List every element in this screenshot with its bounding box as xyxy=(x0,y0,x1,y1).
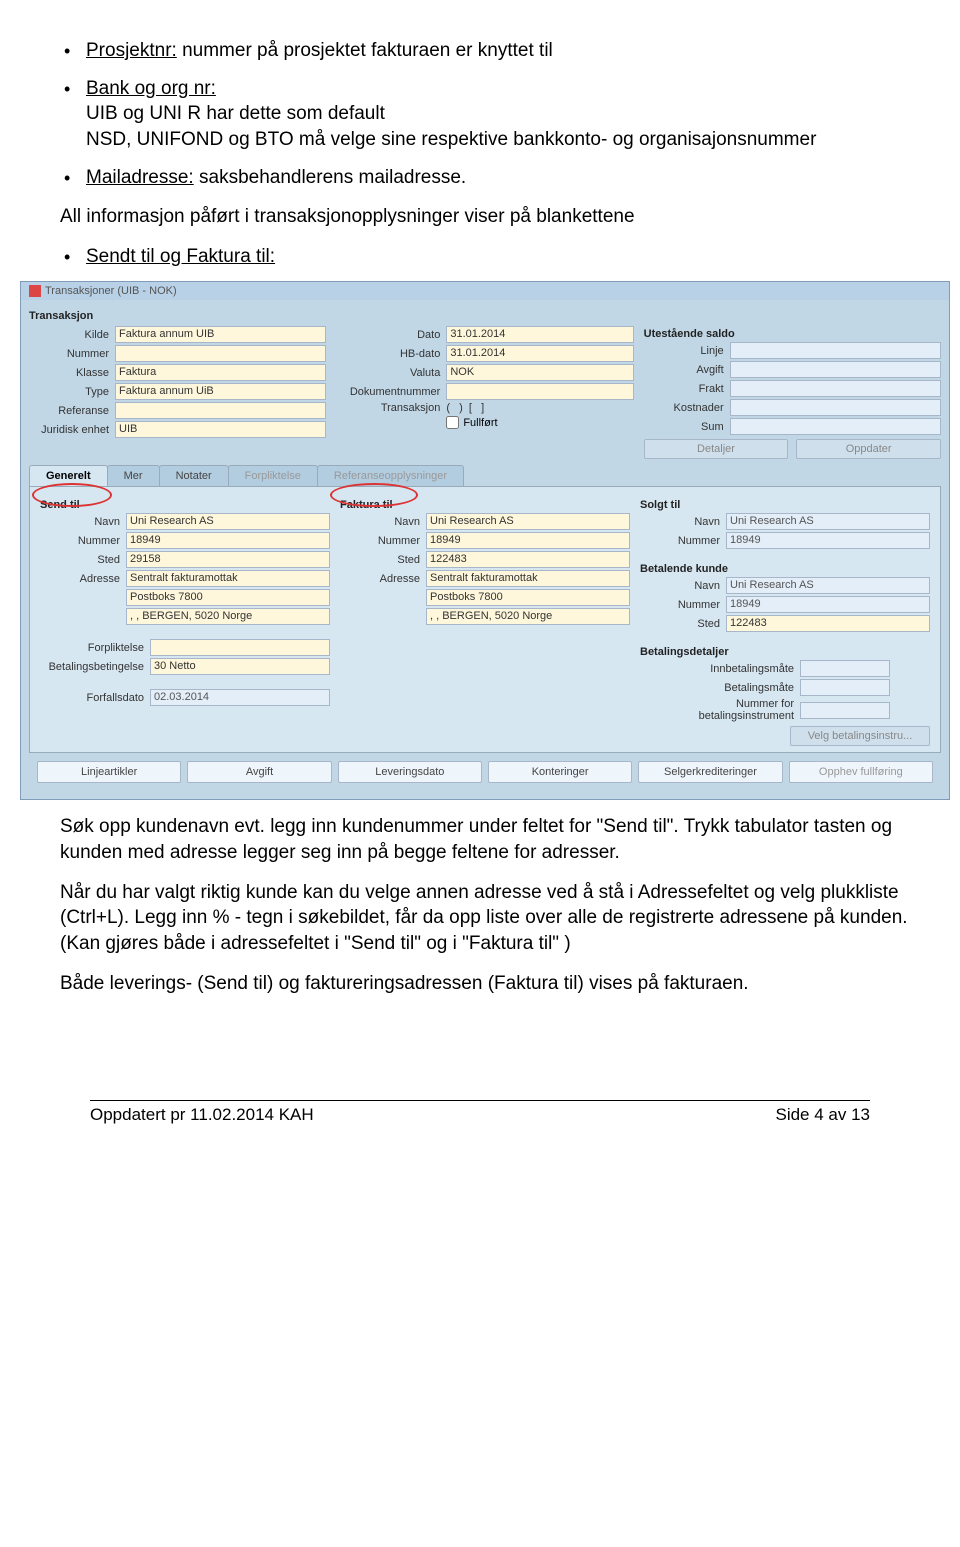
frakt-field xyxy=(730,380,941,397)
betalende-navn: Uni Research AS xyxy=(726,577,930,594)
innbet-field xyxy=(800,660,890,677)
dato-field[interactable]: 31.01.2014 xyxy=(446,326,633,343)
window-title: Transaksjoner (UIB - NOK) xyxy=(21,282,949,300)
fakturatil-nummer[interactable]: 18949 xyxy=(426,532,630,549)
section-saldo: Utestående saldo xyxy=(644,328,941,340)
sendtil-nummer[interactable]: 18949 xyxy=(126,532,330,549)
type-field[interactable]: Faktura annum UiB xyxy=(115,383,326,400)
section-fakturatil: Faktura til xyxy=(340,499,630,511)
btab-leveringsdato[interactable]: Leveringsdato xyxy=(338,761,482,783)
sum-field xyxy=(730,418,941,435)
betbetingelse-field[interactable]: 30 Netto xyxy=(150,658,330,675)
fakturatil-adresse3[interactable]: , , BERGEN, 5020 Norge xyxy=(426,608,630,625)
oppdater-button[interactable]: Oppdater xyxy=(796,439,941,459)
sendtil-adresse2[interactable]: Postboks 7800 xyxy=(126,589,330,606)
bullet-prosjektnr: Prosjektnr: nummer på prosjektet faktura… xyxy=(86,38,912,64)
btab-konteringer[interactable]: Konteringer xyxy=(488,761,632,783)
app-icon xyxy=(29,285,41,297)
bullet-bank-org: Bank og org nr: UIB og UNI R har dette s… xyxy=(86,76,912,153)
bullet-sendttil: Sendt til og Faktura til: xyxy=(86,244,912,270)
fakturatil-adresse2[interactable]: Postboks 7800 xyxy=(426,589,630,606)
doknr-field[interactable] xyxy=(446,383,633,400)
fakturatil-navn[interactable]: Uni Research AS xyxy=(426,513,630,530)
para-sok: Søk opp kundenavn evt. legg inn kundenum… xyxy=(60,814,912,865)
section-betdetaljer: Betalingsdetaljer xyxy=(640,646,930,658)
detaljer-button[interactable]: Detaljer xyxy=(644,439,789,459)
sendtil-navn[interactable]: Uni Research AS xyxy=(126,513,330,530)
solgttil-nummer: 18949 xyxy=(726,532,930,549)
tab-mer[interactable]: Mer xyxy=(107,465,160,486)
fullfort-checkbox[interactable] xyxy=(446,416,459,429)
nummer-field[interactable] xyxy=(115,345,326,362)
section-sendtil: Send til xyxy=(40,499,330,511)
forpliktelse-field[interactable] xyxy=(150,639,330,656)
btab-opphev[interactable]: Opphev fullføring xyxy=(789,761,933,783)
betmate-field xyxy=(800,679,890,696)
fakturatil-adresse1[interactable]: Sentralt fakturamottak xyxy=(426,570,630,587)
section-solgttil: Solgt til xyxy=(640,499,930,511)
para-bade: Både leverings- (Send til) og fakturerin… xyxy=(60,971,912,997)
tab-refopp[interactable]: Referanseopplysninger xyxy=(317,465,464,486)
sendtil-adresse3[interactable]: , , BERGEN, 5020 Norge xyxy=(126,608,330,625)
linje-field xyxy=(730,342,941,359)
tab-forpliktelse[interactable]: Forpliktelse xyxy=(228,465,318,486)
sendtil-adresse1[interactable]: Sentralt fakturamottak xyxy=(126,570,330,587)
referanse-field[interactable] xyxy=(115,402,326,419)
tab-generelt[interactable]: Generelt xyxy=(29,465,108,486)
para-valgt: Når du har valgt riktig kunde kan du vel… xyxy=(60,880,912,957)
klasse-select[interactable]: Faktura xyxy=(115,364,326,381)
btab-selgerkred[interactable]: Selgerkrediteringer xyxy=(638,761,782,783)
nrbet-field xyxy=(800,702,890,719)
velg-betalingsinstru-button[interactable]: Velg betalingsinstru... xyxy=(790,726,930,746)
page-footer: Oppdatert pr 11.02.2014 KAH Side 4 av 13 xyxy=(90,1100,870,1125)
hbdato-field[interactable]: 31.01.2014 xyxy=(446,345,633,362)
betalende-sted[interactable]: 122483 xyxy=(726,615,930,632)
solgttil-navn: Uni Research AS xyxy=(726,513,930,530)
kostnader-field xyxy=(730,399,941,416)
bullet-mailadresse: Mailadresse: saksbehandlerens mailadress… xyxy=(86,165,912,191)
sendtil-sted[interactable]: 29158 xyxy=(126,551,330,568)
valuta-field[interactable]: NOK xyxy=(446,364,633,381)
tab-notater[interactable]: Notater xyxy=(159,465,229,486)
juridisk-field[interactable]: UIB xyxy=(115,421,326,438)
section-betalende: Betalende kunde xyxy=(640,563,930,575)
form-screenshot: Transaksjoner (UIB - NOK) Transaksjon Ki… xyxy=(20,281,950,800)
para-allinfo: All informasjon påført i transaksjonoppl… xyxy=(60,204,912,230)
btab-avgift[interactable]: Avgift xyxy=(187,761,331,783)
section-transaksjon: Transaksjon xyxy=(29,310,941,322)
btab-linjeartikler[interactable]: Linjeartikler xyxy=(37,761,181,783)
avgift-field xyxy=(730,361,941,378)
fakturatil-sted[interactable]: 122483 xyxy=(426,551,630,568)
kilde-field[interactable]: Faktura annum UIB xyxy=(115,326,326,343)
forfallsdato-field: 02.03.2014 xyxy=(150,689,330,706)
betalende-nummer: 18949 xyxy=(726,596,930,613)
